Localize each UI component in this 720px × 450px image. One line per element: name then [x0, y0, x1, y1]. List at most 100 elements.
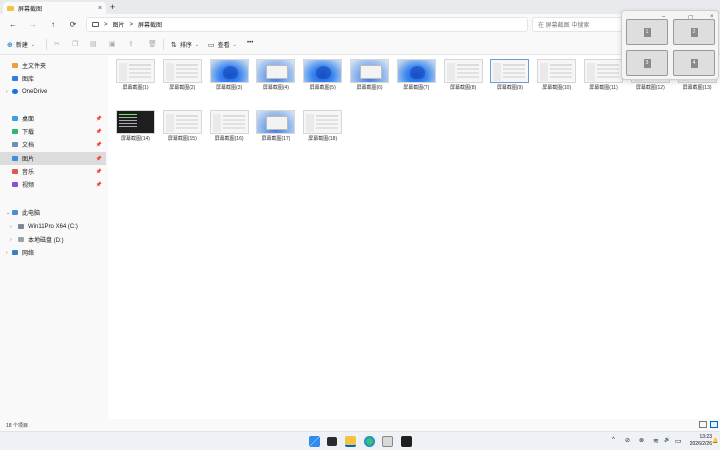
file-name: 屏幕截图(15): [167, 136, 197, 142]
close-tab-icon[interactable]: ×: [98, 5, 102, 12]
sidebar-item-label: 此电脑: [22, 211, 41, 217]
search-input[interactable]: 在 屏幕截图 中搜索: [532, 17, 624, 32]
sidebar-item-pictures[interactable]: 图片 📌: [0, 152, 106, 165]
file-thumbnail[interactable]: 屏幕截图(15): [161, 110, 204, 143]
sort-label: 排序: [179, 43, 192, 49]
thumbnail-image: [443, 59, 483, 83]
refresh-button[interactable]: ⟳: [66, 20, 80, 29]
delete-icon[interactable]: 🗑: [148, 40, 157, 48]
file-thumbnail[interactable]: 屏幕截图(5): [301, 59, 344, 92]
vpn-icon[interactable]: ⊘: [625, 437, 630, 444]
pin-icon: 📌: [95, 155, 102, 162]
sidebar-item-music[interactable]: 音乐 📌: [0, 165, 106, 178]
new-button[interactable]: ⊕ 新建 ⌄: [7, 40, 35, 50]
file-thumbnail[interactable]: 屏幕截图(14): [114, 110, 157, 143]
sidebar-item-label: 桌面: [22, 117, 35, 123]
edge-icon[interactable]: [364, 436, 375, 447]
file-explorer-icon[interactable]: [345, 436, 356, 447]
volume-icon[interactable]: 🔊: [664, 437, 670, 443]
file-thumbnail[interactable]: 屏幕截图(8): [442, 59, 485, 92]
more-options-button[interactable]: •••: [247, 40, 253, 46]
sidebar-item-thispc[interactable]: ⌄ 此电脑: [0, 206, 106, 219]
copy-icon[interactable]: ❐: [72, 40, 78, 48]
sidebar-item-onedrive[interactable]: › OneDrive: [0, 85, 106, 98]
zone-number: 4: [690, 58, 698, 68]
file-thumbnail[interactable]: 屏幕截图(3): [208, 59, 251, 92]
start-windows-icon[interactable]: [309, 436, 320, 447]
thumbnail-image: [162, 110, 202, 134]
file-thumbnail[interactable]: 屏幕截图(7): [395, 59, 438, 92]
file-thumbnail[interactable]: 屏幕截图(17): [254, 110, 297, 143]
cut-icon[interactable]: ✂: [54, 40, 60, 48]
folder-icon: [7, 5, 14, 11]
battery-icon[interactable]: ▭: [675, 437, 682, 445]
up-button[interactable]: ↑: [46, 20, 60, 29]
command-bar: ⊕ 新建 ⌄ ✂ ❐ ▤ ▣ ⇪ 🗑 ⇅ 排序 ⌄ ▭ 查看 ⌄ •••: [0, 35, 720, 55]
wifi-icon[interactable]: ≋: [653, 437, 659, 445]
file-thumbnail[interactable]: 屏幕截图(11): [582, 59, 625, 92]
back-button[interactable]: ←: [6, 20, 20, 29]
file-thumbnail[interactable]: 屏幕截图(1): [114, 59, 157, 92]
tray-chevron-icon[interactable]: ^: [612, 437, 615, 443]
sidebar-item-home[interactable]: 主文件夹: [0, 59, 106, 72]
snap-zone-3[interactable]: 3: [626, 50, 668, 76]
paste-icon[interactable]: ▤: [90, 40, 97, 48]
notification-bell-icon[interactable]: 🔔: [712, 438, 718, 444]
thumbnail-image: [256, 110, 296, 134]
download-icon: [12, 129, 18, 134]
rename-icon[interactable]: ▣: [109, 40, 116, 48]
file-name: 屏幕截图(11): [589, 85, 618, 91]
breadcrumb-pictures[interactable]: 图片: [113, 20, 125, 29]
file-thumbnail[interactable]: 屏幕截图(16): [208, 110, 251, 143]
pin-icon: 📌: [95, 181, 102, 188]
file-name: 屏幕截图(14): [121, 136, 150, 142]
file-thumbnail[interactable]: 屏幕截图(6): [348, 59, 391, 92]
snap-zone-2[interactable]: 2: [673, 19, 715, 45]
thumbnail-view-icon[interactable]: [710, 421, 718, 428]
chevron-right-icon[interactable]: ›: [10, 237, 12, 243]
details-view-icon[interactable]: [699, 421, 707, 428]
plus-circle-icon: ⊕: [7, 41, 13, 49]
view-button[interactable]: ▭ 查看 ⌄: [208, 40, 237, 50]
sidebar-item-drive-d[interactable]: › 本地磁盘 (D:): [0, 233, 106, 246]
file-thumbnail[interactable]: 屏幕截图(10): [535, 59, 578, 92]
breadcrumb[interactable]: > 图片 > 屏幕截图: [86, 17, 528, 32]
chevron-right-icon[interactable]: ›: [10, 224, 12, 230]
thumbnail-image: [303, 59, 343, 83]
snap-layout-flyout: – ▢ × 1 2 3 4: [621, 10, 719, 80]
tab-screenshots[interactable]: 屏幕截图 ×: [3, 2, 106, 14]
sidebar-item-drive-c[interactable]: › Win11Pro X64 (C:): [0, 220, 106, 233]
task-view-icon[interactable]: [327, 437, 337, 446]
sidebar-item-gallery[interactable]: 图库: [0, 72, 106, 85]
sidebar-item-label: 音乐: [22, 170, 35, 176]
chevron-right-icon[interactable]: ›: [6, 250, 8, 256]
chevron-right-icon[interactable]: ›: [6, 89, 8, 95]
terminal-icon[interactable]: [401, 436, 412, 447]
file-thumbnail[interactable]: 屏幕截图(2): [161, 59, 204, 92]
new-tab-button[interactable]: +: [110, 2, 115, 12]
sidebar-item-downloads[interactable]: 下载 📌: [0, 125, 106, 138]
sort-button[interactable]: ⇅ 排序 ⌄: [171, 40, 200, 50]
sidebar-item-network[interactable]: › 网络: [0, 246, 106, 259]
file-thumbnail[interactable]: 屏幕截图(18): [301, 110, 344, 143]
thumbnail-image: [209, 59, 249, 83]
sidebar-item-documents[interactable]: 文档 📌: [0, 138, 106, 151]
snap-zone-1[interactable]: 1: [626, 19, 668, 45]
sidebar-item-videos[interactable]: 视频 📌: [0, 178, 106, 191]
share-icon[interactable]: ⇪: [128, 40, 134, 48]
file-name: 屏幕截图(4): [262, 85, 289, 91]
store-icon[interactable]: [382, 436, 393, 447]
chevron-down-icon[interactable]: ⌄: [6, 210, 10, 216]
chevron-down-icon: ⌄: [194, 41, 200, 48]
video-icon: [12, 182, 18, 187]
home-icon: [12, 63, 18, 68]
clock[interactable]: 13:23 2026/2/26: [690, 434, 712, 448]
file-thumbnail[interactable]: 屏幕截图(4): [254, 59, 297, 92]
defender-icon[interactable]: ⊗: [639, 437, 644, 444]
file-name: 屏幕截图(5): [309, 85, 336, 91]
sidebar-item-desktop[interactable]: 桌面 📌: [0, 112, 106, 125]
breadcrumb-screenshots[interactable]: 屏幕截图: [138, 20, 162, 29]
snap-zone-4[interactable]: 4: [673, 50, 715, 76]
forward-button[interactable]: →: [26, 20, 40, 29]
file-thumbnail[interactable]: 屏幕截图(9): [488, 59, 531, 92]
